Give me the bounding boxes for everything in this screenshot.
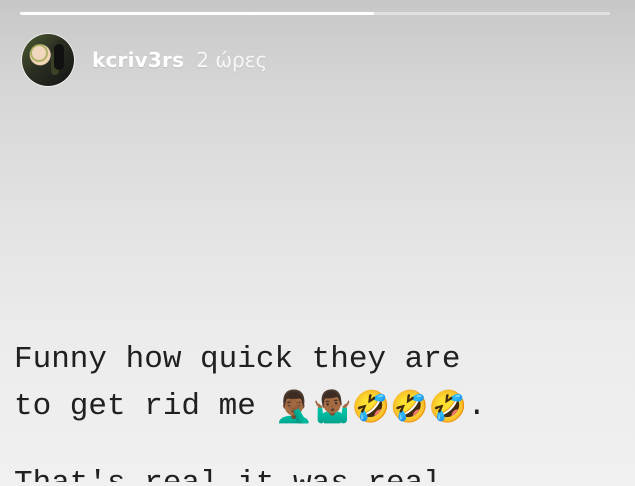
story-line-3-partial: That's real it was real xyxy=(14,460,624,482)
rolling-laughing-emoji: 🤣 xyxy=(351,392,391,427)
story-line-1: Funny how quick they are xyxy=(14,342,461,377)
story-line-2-end: . xyxy=(467,389,487,424)
username[interactable]: kcriv3rs xyxy=(92,48,184,72)
avatar[interactable] xyxy=(22,34,74,86)
rolling-laughing-emoji-3: 🤣 xyxy=(428,392,468,427)
story-line-2-text: to get rid me xyxy=(14,389,256,424)
timestamp: 2 ώρες xyxy=(196,48,268,72)
story-header: kcriv3rs 2 ώρες xyxy=(22,34,267,86)
rolling-laughing-emoji-2: 🤣 xyxy=(390,392,429,427)
user-meta: kcriv3rs 2 ώρες xyxy=(92,48,267,72)
story-progress-bar xyxy=(20,12,610,15)
facepalm-emoji: 🤦🏾‍♂️ xyxy=(274,392,314,427)
story-line-2: to get rid me 🤦🏾‍♂️🤷🏾‍♂️🤣🤣🤣. xyxy=(14,383,624,430)
shrug-emoji: 🤷🏾‍♂️ xyxy=(313,392,352,427)
story-text: Funny how quick they are to get rid me 🤦… xyxy=(14,336,624,482)
story-progress-fill xyxy=(20,12,374,15)
